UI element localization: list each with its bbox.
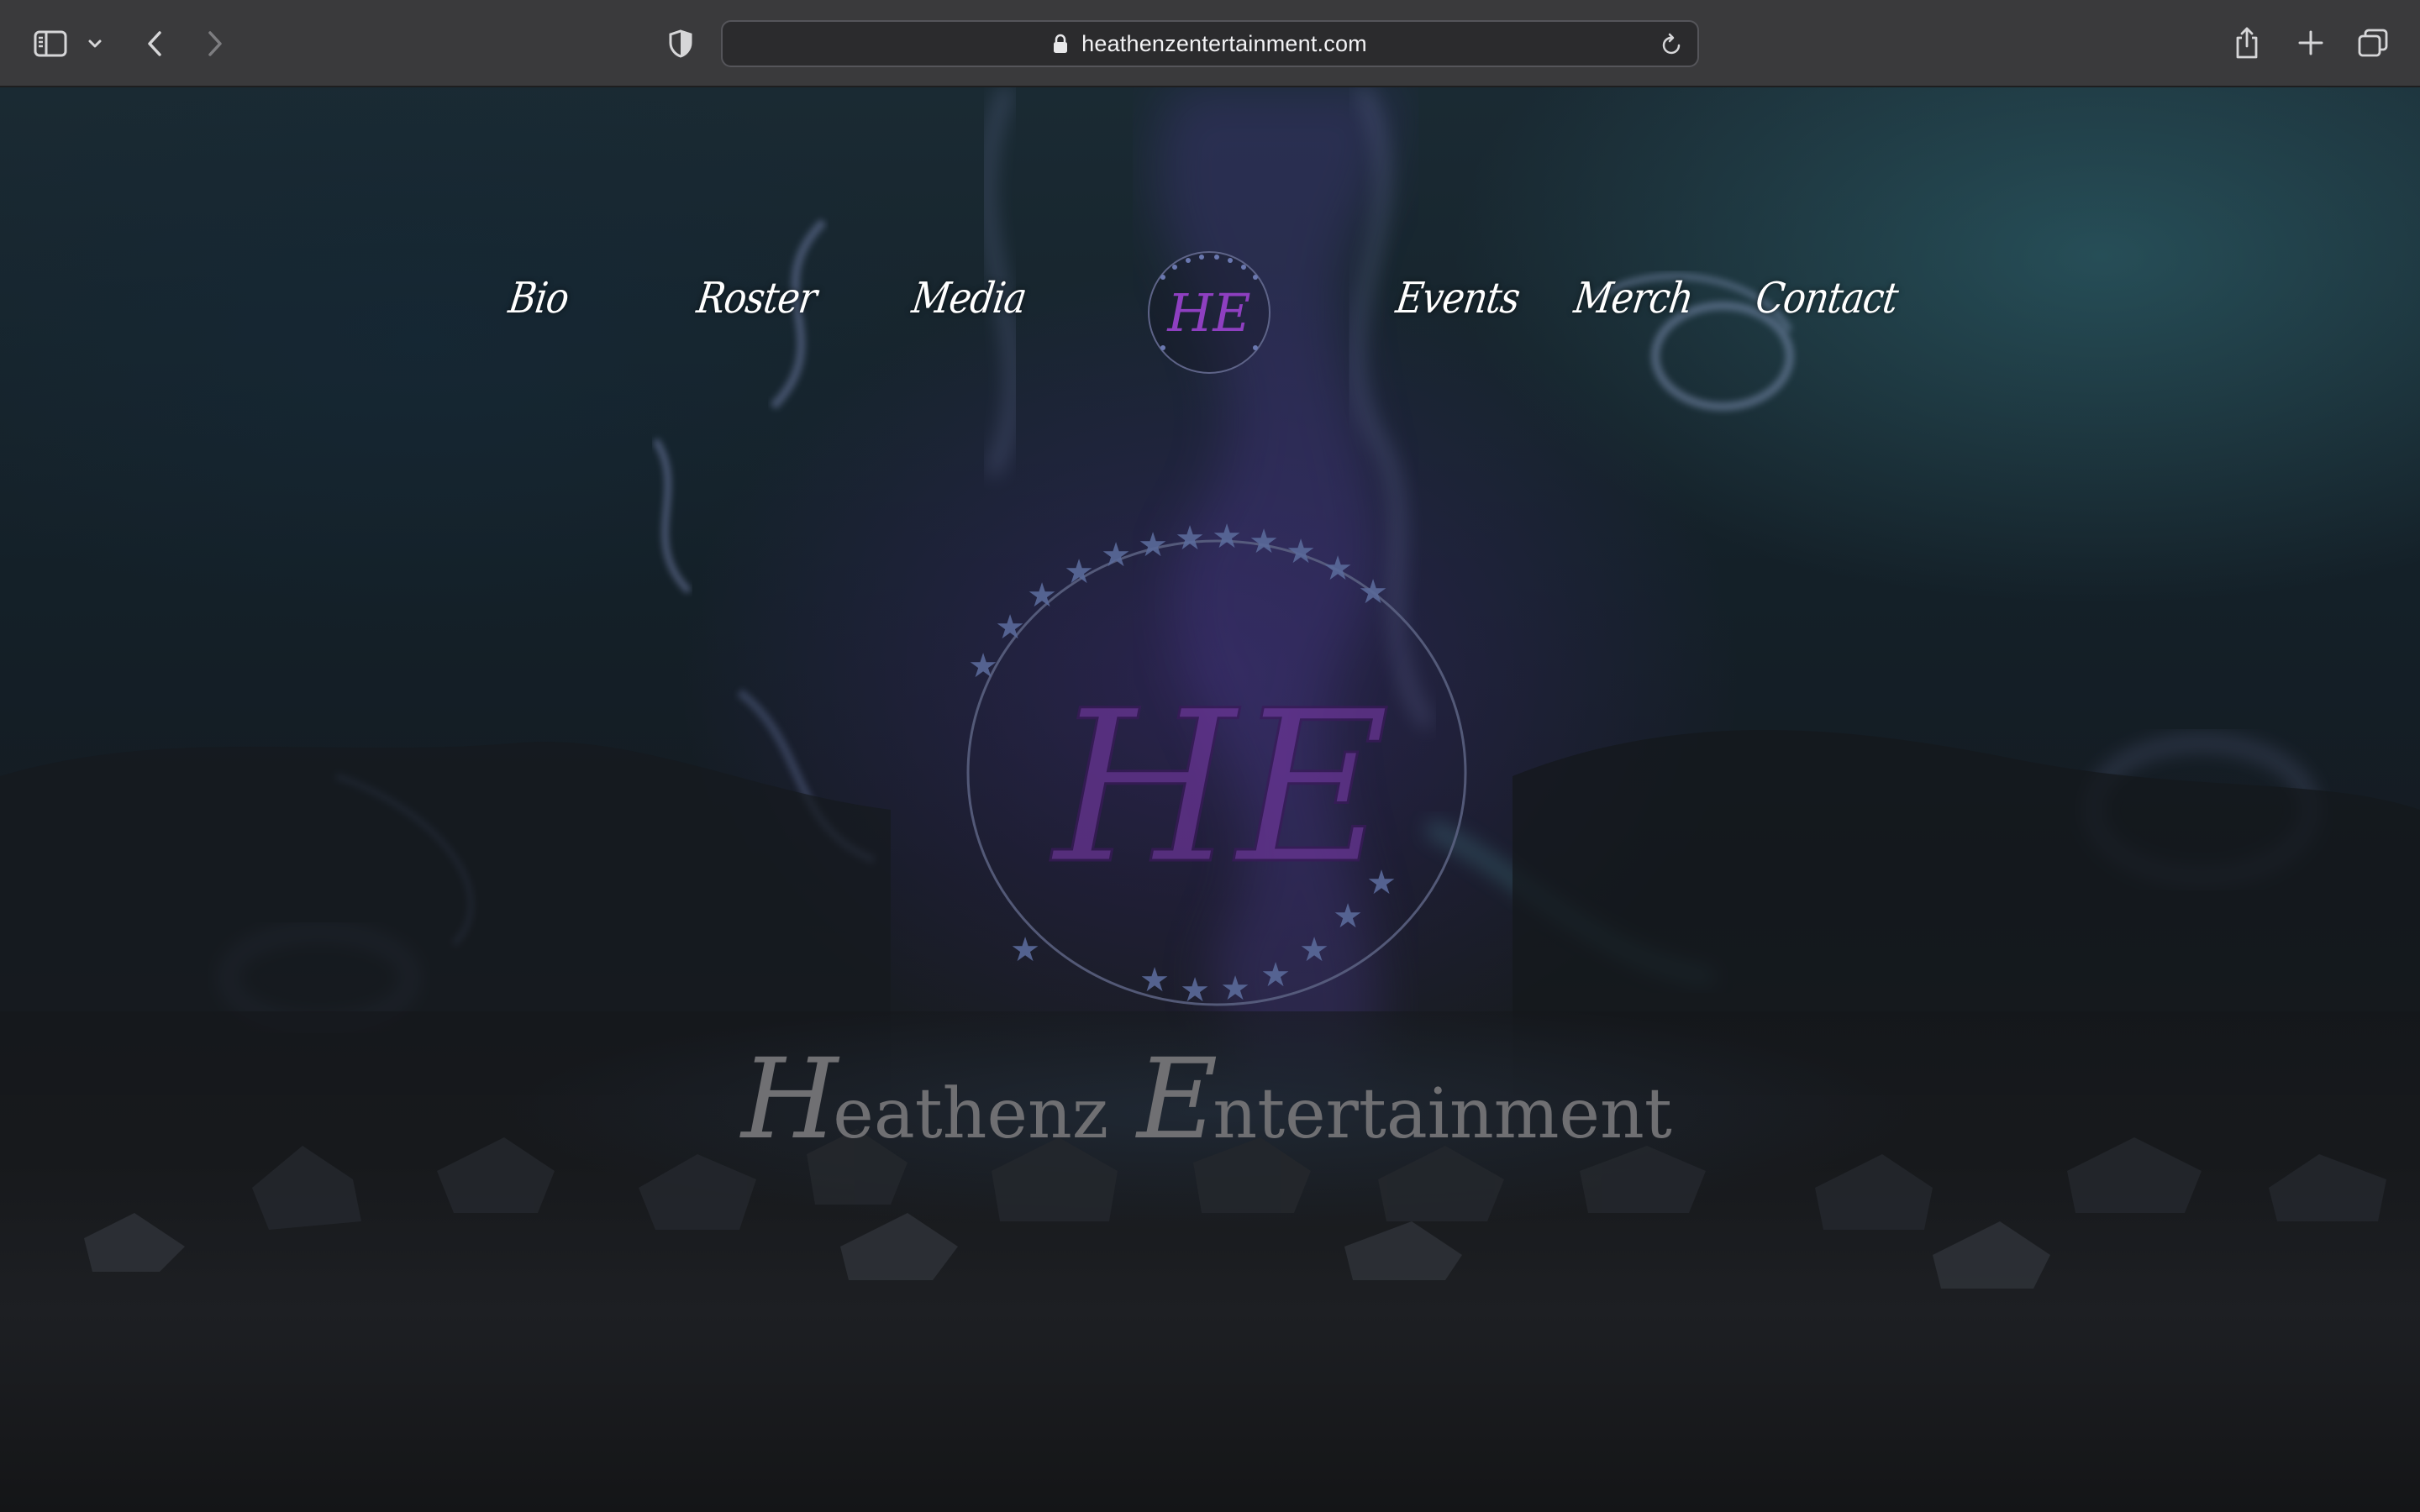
browser-toolbar: heathenzentertainment.com (0, 0, 2420, 87)
shield-icon[interactable] (662, 25, 699, 62)
svg-text:★: ★ (1286, 533, 1316, 571)
svg-text:★: ★ (1064, 553, 1094, 591)
svg-text:★: ★ (1220, 969, 1250, 1008)
nav-logo-monogram: HE (1166, 282, 1250, 344)
tabs-icon[interactable] (2353, 24, 2393, 62)
rock-field (84, 1129, 2386, 1289)
address-bar[interactable]: heathenzentertainment.com (721, 20, 1699, 67)
plus-icon[interactable] (2292, 24, 2329, 62)
url-text: heathenzentertainment.com (1081, 30, 1367, 56)
svg-text:★: ★ (1175, 519, 1205, 558)
nav-media[interactable]: Media (909, 274, 1029, 323)
svg-text:★: ★ (1010, 931, 1040, 969)
svg-text:★: ★ (1358, 573, 1388, 612)
sidebar-icon[interactable] (30, 25, 71, 62)
svg-text:★: ★ (1139, 961, 1170, 1000)
lock-icon (1053, 34, 1070, 54)
nav-bio[interactable]: Bio (506, 274, 571, 323)
brand-word-1: eathenz (833, 1074, 1109, 1154)
reload-icon[interactable] (1659, 30, 1686, 59)
svg-text:★: ★ (1299, 931, 1329, 969)
chevron-right-icon[interactable] (198, 25, 232, 62)
svg-text:★: ★ (995, 608, 1025, 647)
brand-word-2: ntertainment (1213, 1074, 1672, 1154)
nav-logo[interactable]: HE (1138, 244, 1281, 378)
hero-monogram: HE (1050, 665, 1391, 910)
chevron-down-icon[interactable] (84, 30, 106, 57)
nav-roster[interactable]: Roster (694, 274, 819, 323)
svg-text:★: ★ (1249, 522, 1279, 561)
svg-text:★: ★ (968, 647, 998, 685)
svg-text:★: ★ (1260, 956, 1291, 995)
nav-merch[interactable]: Merch (1571, 274, 1696, 323)
svg-text:★: ★ (1138, 526, 1168, 564)
brand-wordmark: H eathenz E ntertainment (711, 1035, 1702, 1164)
svg-text:★: ★ (1212, 517, 1242, 556)
nav-events[interactable]: Events (1393, 274, 1523, 323)
svg-text:★: ★ (1027, 576, 1057, 615)
svg-text:★: ★ (1180, 971, 1210, 1010)
share-icon[interactable] (2228, 24, 2265, 62)
chevron-left-icon[interactable] (138, 25, 171, 62)
hero-emblem: ★★★ ★ ★ ★ ★ ★ ★ ★ ★★ ★★★ ★★★ ★★ HE (966, 517, 1467, 1010)
svg-text:★: ★ (1323, 549, 1353, 588)
page-viewport: Bio Roster Media HE Events Merch Contact… (0, 87, 2420, 1512)
svg-text:★: ★ (1101, 536, 1131, 575)
nav-contact[interactable]: Contact (1753, 274, 1901, 323)
brand-cap-h: H (741, 1035, 839, 1164)
brand-cap-e: E (1137, 1035, 1218, 1164)
